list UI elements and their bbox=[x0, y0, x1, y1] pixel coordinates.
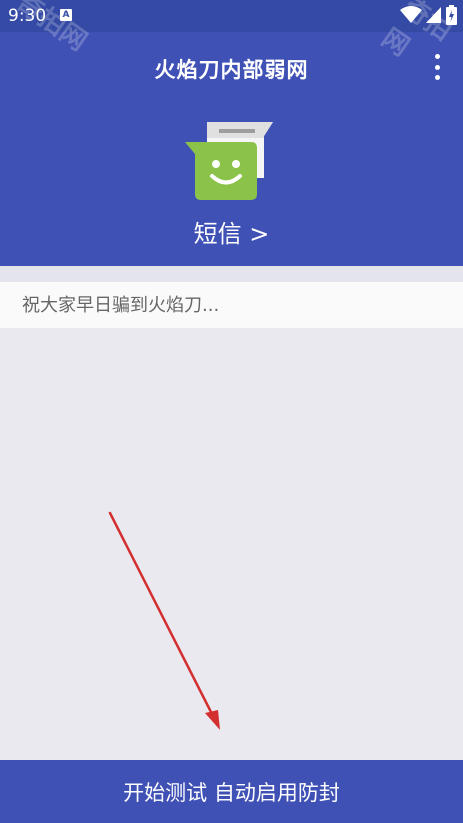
signal-icon bbox=[426, 7, 441, 23]
divider bbox=[0, 266, 463, 282]
app-title: 火焰刀内部弱网 bbox=[154, 58, 309, 82]
more-options-button[interactable] bbox=[427, 54, 447, 80]
more-vert-icon-dot-2 bbox=[434, 75, 440, 80]
annotation-arrow-icon bbox=[108, 511, 220, 730]
message-input[interactable] bbox=[0, 282, 463, 328]
sms-app-icon[interactable] bbox=[185, 118, 277, 206]
status-bar: 9:30 A bbox=[0, 0, 463, 32]
status-icons bbox=[400, 5, 457, 25]
app-header: 火焰刀内部弱网 短信 > 奇拍网 奇拍网 bbox=[0, 0, 463, 266]
sms-link[interactable]: 短信 > bbox=[0, 214, 463, 249]
more-vert-icon-dot bbox=[434, 64, 440, 70]
more-vert-icon bbox=[434, 54, 440, 59]
start-test-button[interactable]: 开始测试 自动启用防封 bbox=[0, 760, 463, 823]
notification-icon: A bbox=[60, 9, 72, 21]
wifi-icon bbox=[400, 6, 422, 23]
status-time: 9:30 bbox=[8, 6, 47, 26]
battery-icon bbox=[446, 5, 457, 25]
